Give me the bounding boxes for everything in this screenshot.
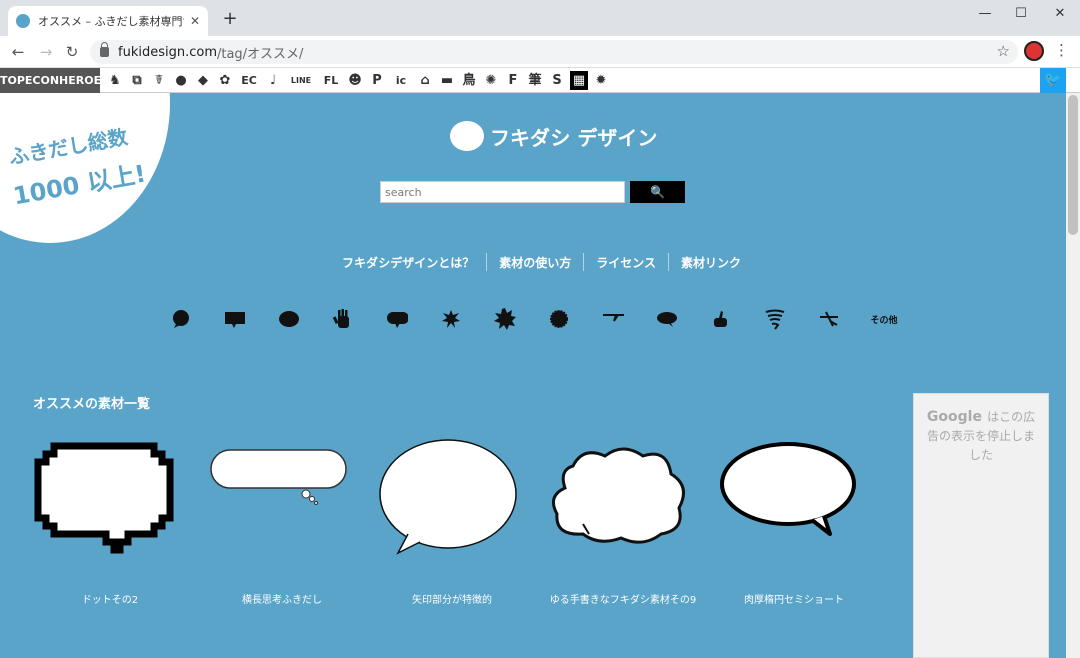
nav-link-1[interactable]: 素材の使い方 — [487, 254, 583, 271]
parking-icon[interactable]: P — [368, 71, 386, 90]
site-nav: フキダシデザインとは？ 素材の使い方 ライセンス 素材リンク — [330, 253, 753, 271]
tab-strip: オススメ – ふきだし素材専門サ ✕ + — ☐ ✕ — [0, 0, 1080, 36]
cross-line-icon[interactable] — [818, 308, 840, 330]
gear-icon[interactable]: ✺ — [482, 71, 500, 90]
reload-icon[interactable]: ↻ — [62, 42, 82, 62]
nav-link-0[interactable]: フキダシデザインとは？ — [330, 254, 486, 271]
search-input[interactable] — [380, 181, 625, 203]
material-card[interactable]: ゆる手書きなフキダシ素材その9 — [543, 438, 703, 628]
brush-kanji-icon[interactable]: 筆 — [526, 71, 544, 90]
fuzzy-bubble-icon[interactable] — [548, 308, 570, 330]
s-plus-icon[interactable]: S — [548, 71, 566, 90]
page-content: ふきだし総数 1000 以上! フキダシ デザイン 🔍 フキダシデザインとは？素… — [0, 93, 1066, 658]
favicon-icon — [16, 14, 30, 28]
tag-icon[interactable]: ◆ — [194, 71, 212, 90]
address-bar[interactable]: fukidesign.com /tag/オススメ/ ☆ — [90, 40, 1018, 64]
browser-window: オススメ – ふきだし素材専門サ ✕ + — ☐ ✕ ← → ↻ fukides… — [0, 0, 1080, 658]
url-path: /tag/オススメ/ — [216, 46, 304, 62]
icon-on-icon[interactable]: ic — [390, 71, 412, 90]
wide-bubble-icon[interactable] — [386, 308, 408, 330]
maximize-button[interactable]: ☐ — [1008, 4, 1034, 24]
extension-avatar-icon[interactable] — [1024, 41, 1044, 61]
dot-bubble-image — [34, 442, 174, 554]
cloud-bubble-icon[interactable] — [278, 308, 300, 330]
search-button[interactable]: 🔍 — [630, 181, 685, 203]
oval-bubble-icon[interactable] — [656, 308, 678, 330]
burst-bubble-icon[interactable] — [494, 308, 516, 330]
card-caption: ゆる手書きなフキダシ素材その9 — [549, 595, 697, 606]
lock-icon — [100, 42, 109, 57]
browser-toolbar: ← → ↻ fukidesign.com /tag/オススメ/ ☆ — [0, 36, 1080, 68]
hand-icon[interactable] — [332, 308, 354, 330]
tab-close-icon[interactable]: ✕ — [190, 14, 200, 28]
arrow-bubble-image — [379, 439, 517, 555]
thumbs-up-icon[interactable] — [710, 308, 732, 330]
ad-google-logo: Google — [926, 409, 982, 425]
browser-menu-icon[interactable]: ⋮ — [1054, 41, 1069, 59]
line-bubble-icon[interactable] — [602, 308, 624, 330]
url-host: fukidesign.com — [118, 44, 217, 60]
shape-category-row: その他 — [160, 308, 910, 330]
site-logo[interactable]: フキダシ デザイン — [450, 118, 657, 158]
line-icon[interactable]: LINE — [286, 71, 316, 90]
grid-icon[interactable]: ▦ — [570, 71, 588, 90]
twitter-icon[interactable]: 🐦 — [1040, 68, 1066, 93]
music-icon[interactable]: ♩ — [264, 71, 282, 90]
logo-bubble-icon — [450, 121, 484, 151]
tornado-icon[interactable] — [764, 308, 786, 330]
new-tab-button[interactable]: + — [220, 8, 240, 29]
flat-icon[interactable]: FL — [320, 71, 342, 90]
person-icon[interactable]: ☤ — [150, 71, 168, 90]
card-caption: ドットその2 — [81, 595, 139, 606]
card-caption: 矢印部分が特徴的 — [412, 595, 492, 606]
card-caption: 肉厚楕円セミショート — [744, 595, 844, 606]
tab-title: オススメ – ふきだし素材専門サ — [38, 15, 184, 28]
card-caption: 横長思考ふきだし — [242, 595, 322, 606]
scrollbar[interactable] — [1066, 93, 1080, 658]
other-category-link[interactable]: その他 — [868, 308, 900, 330]
close-window-button[interactable]: ✕ — [1047, 4, 1073, 24]
back-icon[interactable]: ← — [8, 42, 28, 62]
browser-tab[interactable]: オススメ – ふきだし素材専門サ ✕ — [8, 6, 208, 36]
square-bubble-icon[interactable] — [224, 308, 246, 330]
forward-icon[interactable]: → — [36, 42, 56, 62]
material-card[interactable]: 横長思考ふきだし — [202, 438, 362, 628]
section-title: オススメの素材一覧 — [33, 397, 151, 412]
material-card[interactable]: ドットその2 — [30, 438, 190, 628]
oval-bubble-image — [720, 442, 856, 536]
material-card[interactable]: 肉厚楕円セミショート — [714, 438, 874, 628]
ad-placeholder: Google はこの広告の表示を停止しました — [913, 393, 1049, 658]
flower-icon[interactable]: ✿ — [216, 71, 234, 90]
spike-bubble-icon[interactable] — [440, 308, 462, 330]
nav-link-3[interactable]: 素材リンク — [669, 254, 753, 271]
bookmark-star-icon[interactable]: ☆ — [997, 42, 1010, 60]
smile-icon[interactable]: ☻ — [346, 71, 364, 90]
font-icon[interactable]: F — [504, 71, 522, 90]
topecon-brand[interactable]: TOPECONHEROES — [0, 68, 109, 93]
copy-icon[interactable]: ⧉ — [128, 71, 146, 90]
round-bubble-icon[interactable] — [170, 308, 192, 330]
minimize-button[interactable]: — — [972, 4, 998, 24]
bench-icon[interactable]: ▬ — [438, 71, 456, 90]
burst-icon[interactable]: ✹ — [592, 71, 610, 90]
thought-bubble-image — [210, 449, 347, 505]
ec-icon[interactable]: EC — [238, 71, 260, 90]
bird-kanji-icon[interactable]: 鳥 — [460, 71, 478, 90]
cloud-bubble-image — [551, 447, 685, 544]
chat-icon[interactable]: ● — [172, 71, 190, 90]
topecon-icon-bar: TOPECONHEROES ♞ ⧉ ☤ ● ◆ ✿ EC ♩ LINE FL ☻ Pic ⌂ ▬ 鳥 ✺ F 筆 S… — [0, 68, 1080, 93]
animal-icon[interactable]: ♞ — [106, 71, 124, 90]
building-icon[interactable]: ⌂ — [416, 71, 434, 90]
logo-text: フキダシ デザイン — [490, 126, 658, 150]
scrollbar-thumb[interactable] — [1068, 95, 1078, 235]
material-card[interactable]: 矢印部分が特徴的 — [372, 438, 532, 628]
nav-link-2[interactable]: ライセンス — [584, 254, 668, 271]
